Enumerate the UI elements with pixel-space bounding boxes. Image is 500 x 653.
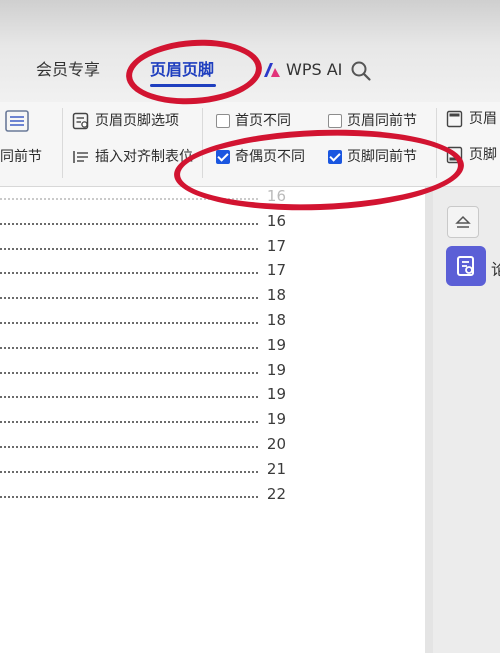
wps-ai-logo-icon [264, 63, 280, 77]
toc-page-number: 21 [266, 459, 286, 478]
header-footer-options-label: 页眉页脚选项 [95, 113, 179, 129]
active-tab-indicator [150, 84, 216, 87]
header-footer-ribbon: 同前节 页眉页脚选项 插入对齐制表位 首页不同 奇偶页不同 页眉同前节 页脚同前… [0, 102, 500, 187]
toc-page-number: 18 [266, 311, 286, 329]
footer-same-as-previous-label: 页脚同前节 [347, 149, 417, 165]
toc-page-number: 17 [266, 236, 286, 255]
footer-same-as-previous-option[interactable]: 页脚同前节 [328, 148, 417, 166]
toc-page-number: 16 [266, 211, 286, 230]
header-same-as-previous-option[interactable]: 页眉同前节 [328, 112, 417, 130]
options-icon [72, 112, 89, 130]
toc-entry[interactable]: 18 [0, 309, 286, 329]
toc-leader-dots [0, 446, 258, 448]
header-same-as-previous-label: 页眉同前节 [347, 113, 417, 129]
toc-entry[interactable]: 19 [0, 334, 286, 354]
toc-page-number: 18 [266, 286, 286, 305]
toc-page-number: 22 [266, 484, 286, 503]
toc-page-number: 19 [266, 385, 286, 404]
header-position-icon [446, 110, 463, 128]
toc-entry[interactable]: 21 [0, 458, 286, 478]
odd-even-different-checkbox[interactable] [216, 150, 230, 164]
toc-leader-dots [0, 198, 258, 200]
footer-position-label: 页脚 [469, 147, 497, 163]
toc-entry[interactable]: 16 [0, 185, 286, 205]
toc-leader-dots [0, 396, 258, 399]
ribbon-divider [62, 108, 63, 178]
insert-align-tab-button[interactable]: 插入对齐制表位 [72, 148, 193, 166]
toc-leader-dots [0, 297, 258, 300]
first-page-different-checkbox[interactable] [216, 114, 230, 128]
header-position-button[interactable]: 页眉 [446, 110, 497, 128]
header-position-label: 页眉 [469, 111, 497, 127]
side-tool-button[interactable] [446, 246, 486, 286]
toc-leader-dots [0, 346, 258, 349]
toc-entry[interactable]: 19 [0, 383, 286, 403]
toc-page-number: 19 [266, 410, 286, 429]
align-tab-icon [73, 151, 88, 163]
odd-even-different-label: 奇偶页不同 [235, 149, 305, 165]
menu-tab-bar: 会员专享 页眉页脚 WPS AI [0, 0, 500, 102]
footer-position-button[interactable]: 页脚 [446, 146, 497, 164]
side-tool-label: 论 [491, 260, 500, 279]
header-same-as-previous-checkbox[interactable] [328, 114, 342, 128]
footer-same-as-previous-checkbox[interactable] [328, 150, 342, 164]
tab-member-exclusive[interactable]: 会员专享 [36, 60, 100, 80]
odd-even-different-option[interactable]: 奇偶页不同 [216, 148, 305, 166]
toc-leader-dots [0, 371, 258, 374]
toc-page-number: 20 [266, 435, 286, 453]
toc-entry[interactable]: 17 [0, 259, 286, 279]
page-edge [425, 187, 433, 653]
collapse-up-icon [455, 215, 471, 228]
ribbon-divider [436, 108, 437, 178]
toc-entry[interactable]: 20 [0, 433, 286, 453]
toc-page-number: 19 [266, 360, 286, 379]
toc-leader-dots [0, 322, 258, 324]
tab-wps-ai[interactable]: WPS AI [262, 60, 342, 80]
tab-header-footer[interactable]: 页眉页脚 [150, 60, 214, 80]
document-page[interactable]: 16 16 17 17 18 18 19 19 19 19 20 21 22 [0, 187, 425, 653]
first-page-different-label: 首页不同 [235, 113, 291, 129]
toc-leader-dots [0, 421, 258, 424]
footer-position-icon [446, 146, 463, 164]
document-tool-icon [457, 256, 474, 276]
toc-leader-dots [0, 272, 258, 275]
wps-ai-label: WPS AI [286, 60, 343, 79]
ribbon-divider [202, 108, 203, 178]
toc-entry[interactable]: 19 [0, 359, 286, 379]
toc-leader-dots [0, 470, 258, 473]
header-footer-options-button[interactable]: 页眉页脚选项 [72, 112, 179, 130]
toc-entry[interactable]: 18 [0, 284, 286, 304]
toc-entry[interactable]: 16 [0, 210, 286, 230]
toc-page-number: 19 [266, 335, 286, 354]
toc-leader-dots [0, 222, 258, 225]
search-icon[interactable] [350, 60, 372, 82]
toc-page-number: 17 [266, 261, 286, 280]
toc-leader-dots [0, 495, 258, 498]
toc-page-number: 16 [266, 187, 286, 205]
toc-leader-dots [0, 247, 258, 250]
first-page-different-option[interactable]: 首页不同 [216, 112, 291, 130]
insert-align-tab-label: 插入对齐制表位 [95, 149, 193, 165]
same-as-previous-button[interactable]: 同前节 [0, 148, 42, 166]
toc-entry[interactable]: 22 [0, 483, 286, 503]
list-icon[interactable] [4, 108, 30, 134]
toc-entry[interactable]: 17 [0, 235, 286, 255]
toc-entry[interactable]: 19 [0, 408, 286, 428]
collapse-panel-button[interactable] [447, 206, 479, 238]
